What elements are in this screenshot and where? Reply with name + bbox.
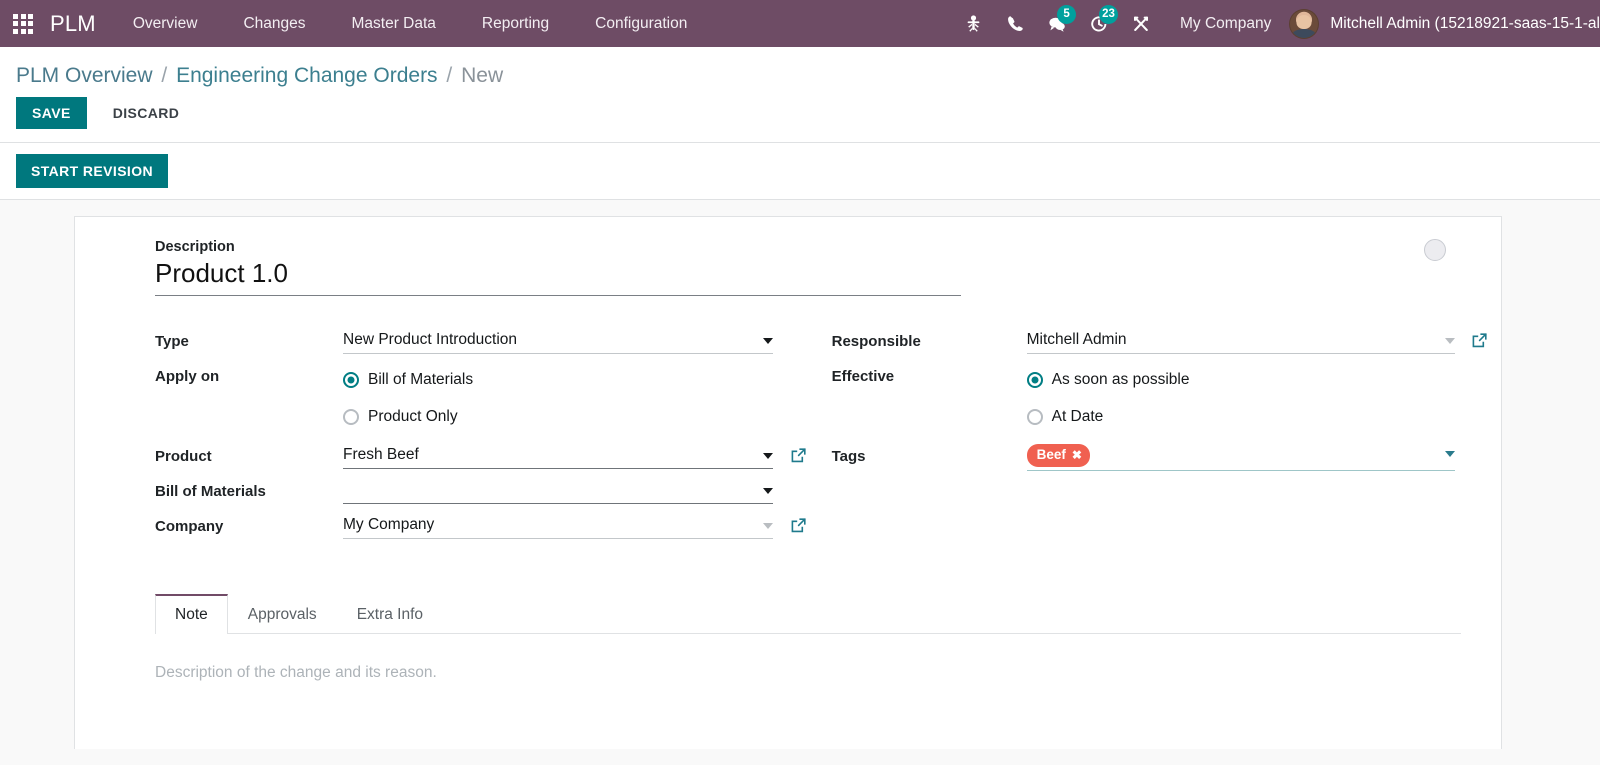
form-sheet-background: Description Product 1.0 Type New Product…: [0, 200, 1600, 749]
main-menu: Overview Changes Master Data Reporting C…: [110, 0, 711, 47]
tools-icon[interactable]: [1120, 0, 1162, 47]
chevron-down-icon[interactable]: [1444, 451, 1455, 457]
field-row-type: Type New Product Introduction: [155, 326, 832, 361]
radio-icon-selected[interactable]: [1026, 371, 1043, 388]
tab-panel-note: Description of the change and its reason…: [155, 634, 1461, 682]
internal-link-icon[interactable]: [790, 447, 807, 464]
field-row-effective: Effective As soon as possible At Date: [832, 361, 1461, 435]
app-brand-plm[interactable]: PLM: [46, 11, 110, 37]
field-row-product: Product Fresh Beef: [155, 441, 832, 476]
radio-label-at-date[interactable]: At Date: [1052, 408, 1104, 426]
record-buttons: SAVE DISCARD: [0, 94, 1600, 142]
form-column-left: Type New Product Introduction Apply on B…: [155, 326, 832, 546]
effective-label: Effective: [831, 368, 895, 385]
tab-extra-info[interactable]: Extra Info: [337, 594, 443, 634]
tag-remove-icon[interactable]: ✖: [1072, 449, 1082, 461]
type-label: Type: [155, 333, 189, 350]
form-column-right: Responsible Mitchell Admin Effective As …: [831, 326, 1487, 546]
menu-item-master-data[interactable]: Master Data: [329, 0, 459, 47]
bug-icon[interactable]: [952, 0, 994, 47]
note-placeholder[interactable]: Description of the change and its reason…: [155, 664, 1461, 682]
messages-icon[interactable]: 5: [1036, 0, 1078, 47]
activity-badge: 23: [1099, 5, 1119, 24]
bill-of-materials-input[interactable]: [343, 476, 773, 504]
breadcrumb: PLM Overview / Engineering Change Orders…: [0, 47, 1600, 94]
radio-icon-unselected[interactable]: [1026, 408, 1043, 425]
radio-option-bill-of-materials[interactable]: Bill of Materials: [343, 361, 832, 398]
chevron-down-icon[interactable]: [763, 488, 773, 494]
state-indicator-circle[interactable]: [1424, 239, 1446, 261]
tab-note[interactable]: Note: [155, 594, 228, 634]
responsible-label: Responsible: [831, 333, 921, 350]
tags-label: Tags: [831, 448, 866, 465]
type-select[interactable]: New Product Introduction: [343, 326, 773, 354]
tag-label: Beef: [1036, 447, 1066, 462]
description-label: Description: [155, 239, 235, 255]
top-navbar: PLM Overview Changes Master Data Reporti…: [0, 0, 1600, 47]
bill-of-materials-label: Bill of Materials: [155, 483, 266, 500]
responsible-input[interactable]: Mitchell Admin: [1026, 326, 1455, 354]
tags-input[interactable]: Beef ✖: [1026, 441, 1455, 472]
company-input[interactable]: My Company: [343, 511, 773, 539]
user-name-label: Mitchell Admin (15218921-saas-15-1-al: [1330, 14, 1600, 32]
description-input[interactable]: Product 1.0: [155, 257, 961, 296]
field-row-tags: Tags Beef ✖: [832, 441, 1461, 476]
form-sheet: Description Product 1.0 Type New Product…: [74, 216, 1502, 749]
field-row-apply-on: Apply on Bill of Materials Product Only: [155, 361, 832, 435]
company-label: Company: [155, 518, 224, 535]
company-switcher[interactable]: My Company: [1162, 15, 1289, 33]
discard-button[interactable]: DISCARD: [97, 97, 196, 129]
breadcrumb-separator: /: [446, 64, 453, 87]
start-revision-button[interactable]: START REVISION: [16, 154, 169, 188]
navbar-right-tools: 5 23 My Company Mitchell Admin (15218921…: [952, 0, 1600, 47]
radio-label-product-only[interactable]: Product Only: [368, 408, 458, 426]
internal-link-icon[interactable]: [1471, 332, 1488, 349]
field-row-responsible: Responsible Mitchell Admin: [831, 326, 1487, 361]
tab-approvals[interactable]: Approvals: [228, 594, 337, 634]
radio-option-as-soon-as-possible[interactable]: As soon as possible: [1026, 361, 1461, 398]
activity-clock-icon[interactable]: 23: [1078, 0, 1120, 47]
radio-option-product-only[interactable]: Product Only: [343, 398, 832, 435]
radio-label-bill-of-materials[interactable]: Bill of Materials: [368, 371, 473, 389]
radio-icon-unselected[interactable]: [343, 408, 359, 425]
phone-icon[interactable]: [994, 0, 1036, 47]
tag-beef[interactable]: Beef ✖: [1026, 444, 1090, 468]
form-columns: Type New Product Introduction Apply on B…: [115, 302, 1487, 546]
messages-badge: 5: [1057, 5, 1077, 24]
field-row-company: Company My Company: [155, 511, 832, 546]
notebook: Note Approvals Extra Info Description of…: [155, 594, 1461, 682]
breadcrumb-plm-overview[interactable]: PLM Overview: [16, 64, 153, 87]
breadcrumb-separator: /: [161, 64, 168, 87]
menu-item-changes[interactable]: Changes: [220, 0, 328, 47]
title-block: Description Product 1.0: [115, 239, 1461, 302]
product-label: Product: [155, 448, 212, 465]
product-input[interactable]: Fresh Beef: [343, 441, 773, 469]
apps-grid-icon: [13, 13, 33, 34]
apply-on-label: Apply on: [155, 368, 220, 385]
save-button[interactable]: SAVE: [16, 97, 87, 129]
radio-option-at-date[interactable]: At Date: [1026, 398, 1461, 435]
internal-link-icon[interactable]: [790, 517, 807, 534]
apps-menu-button[interactable]: [0, 0, 46, 47]
chevron-down-icon[interactable]: [763, 338, 773, 344]
user-menu[interactable]: Mitchell Admin (15218921-saas-15-1-al: [1289, 8, 1600, 39]
control-panel: PLM Overview / Engineering Change Orders…: [0, 47, 1600, 200]
menu-item-overview[interactable]: Overview: [110, 0, 221, 47]
chevron-down-icon[interactable]: [763, 523, 773, 529]
avatar: [1289, 8, 1320, 39]
statusbar-buttons: START REVISION: [0, 143, 1600, 199]
chevron-down-icon[interactable]: [1444, 338, 1455, 344]
breadcrumb-engineering-change-orders[interactable]: Engineering Change Orders: [176, 64, 438, 87]
radio-label-as-soon-as-possible[interactable]: As soon as possible: [1052, 371, 1190, 389]
menu-item-configuration[interactable]: Configuration: [572, 0, 710, 47]
radio-icon-selected[interactable]: [343, 371, 359, 388]
breadcrumb-current: New: [461, 64, 504, 87]
menu-item-reporting[interactable]: Reporting: [459, 0, 572, 47]
chevron-down-icon[interactable]: [763, 453, 773, 459]
field-row-bill-of-materials: Bill of Materials: [155, 476, 832, 511]
notebook-tabs: Note Approvals Extra Info: [155, 594, 1461, 634]
